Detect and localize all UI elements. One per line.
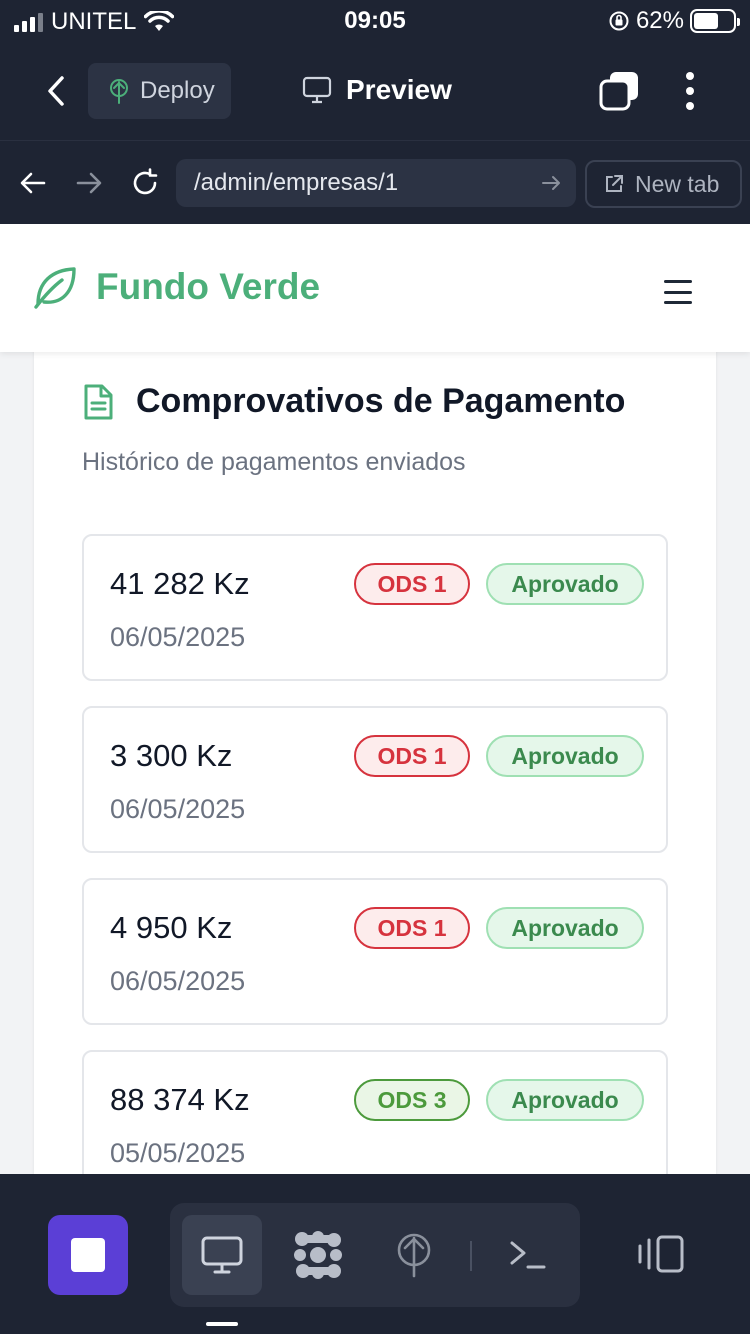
section-title: Comprovativos de Pagamento bbox=[82, 382, 625, 421]
payment-amount: 41 282 Kz bbox=[110, 566, 250, 601]
ods-badge: ODS 1 bbox=[354, 563, 470, 605]
status-badge: Aprovado bbox=[486, 907, 644, 949]
payment-item[interactable]: 88 374 Kz 05/05/2025 ODS 3 Aprovado bbox=[82, 1050, 668, 1174]
browser-nav-bar: /admin/empresas/1 New tab bbox=[0, 140, 750, 224]
section-title-text: Comprovativos de Pagamento bbox=[136, 382, 626, 420]
payment-amount: 4 950 Kz bbox=[110, 910, 233, 945]
new-tab-button[interactable]: New tab bbox=[585, 160, 742, 208]
leaf-icon bbox=[34, 267, 76, 309]
web-page: Fundo Verde Comprovativos de Pagamento H… bbox=[0, 224, 750, 1174]
stop-icon bbox=[71, 1238, 105, 1272]
rotation-lock-icon bbox=[609, 11, 629, 31]
status-badge: Aprovado bbox=[486, 563, 644, 605]
payment-date: 06/05/2025 bbox=[110, 622, 246, 652]
deploy-button[interactable]: Deploy bbox=[88, 63, 231, 119]
deploy-label: Deploy bbox=[140, 77, 215, 104]
battery-icon bbox=[690, 9, 740, 33]
back-chevron-icon[interactable] bbox=[40, 74, 74, 108]
deploy-icon bbox=[110, 79, 128, 104]
monitor-icon bbox=[302, 76, 332, 104]
status-bar: UNITEL 09:05 62% bbox=[0, 0, 750, 44]
payment-date: 05/05/2025 bbox=[110, 1138, 246, 1168]
battery-percent: 62% bbox=[635, 7, 684, 34]
payment-amount: 3 300 Kz bbox=[110, 738, 233, 773]
payment-date: 06/05/2025 bbox=[110, 794, 246, 824]
browser-forward-icon[interactable] bbox=[74, 168, 104, 198]
deploy-tool-button[interactable] bbox=[374, 1215, 454, 1295]
reload-icon[interactable] bbox=[130, 168, 160, 198]
ods-badge: ODS 1 bbox=[354, 907, 470, 949]
bottom-toolbar bbox=[0, 1174, 750, 1334]
url-text: /admin/empresas/1 bbox=[194, 169, 399, 196]
preview-label: Preview bbox=[346, 74, 452, 105]
payment-item[interactable]: 3 300 Kz 06/05/2025 ODS 1 Aprovado bbox=[82, 706, 668, 853]
app-bar: Deploy Preview bbox=[0, 44, 750, 140]
url-input[interactable]: /admin/empresas/1 bbox=[176, 159, 576, 207]
home-indicator bbox=[206, 1322, 238, 1326]
toolbar-divider bbox=[470, 1241, 472, 1271]
tabs-icon[interactable] bbox=[598, 70, 640, 112]
browser-back-icon[interactable] bbox=[18, 168, 48, 198]
terminal-icon bbox=[510, 1241, 546, 1269]
stop-button[interactable] bbox=[48, 1215, 128, 1295]
payment-item[interactable]: 41 282 Kz 06/05/2025 ODS 1 Aprovado bbox=[82, 534, 668, 681]
shell-tool-button[interactable] bbox=[488, 1215, 568, 1295]
status-right: 62% bbox=[608, 7, 740, 35]
external-link-icon bbox=[606, 175, 623, 192]
deploy-icon bbox=[397, 1233, 431, 1278]
status-badge: Aprovado bbox=[486, 735, 644, 777]
preview-tool-button[interactable] bbox=[182, 1215, 262, 1295]
brand-logo[interactable]: Fundo Verde bbox=[32, 264, 320, 310]
new-tab-label: New tab bbox=[635, 170, 720, 197]
more-options-icon[interactable] bbox=[676, 68, 704, 114]
section-subtitle: Histórico de pagamentos enviados bbox=[82, 448, 466, 476]
battery-level bbox=[694, 13, 718, 29]
menu-icon[interactable] bbox=[664, 278, 692, 306]
panel-toggle-icon[interactable] bbox=[636, 1234, 686, 1274]
ods-badge: ODS 1 bbox=[354, 735, 470, 777]
payment-date: 06/05/2025 bbox=[110, 966, 246, 996]
site-header: Fundo Verde bbox=[0, 224, 750, 352]
workflows-tool-button[interactable] bbox=[278, 1215, 358, 1295]
status-badge: Aprovado bbox=[486, 1079, 644, 1121]
brand-name: Fundo Verde bbox=[96, 266, 321, 307]
document-icon bbox=[84, 384, 113, 419]
puzzle-icon bbox=[294, 1231, 342, 1279]
monitor-icon bbox=[201, 1236, 243, 1274]
payment-item[interactable]: 4 950 Kz 06/05/2025 ODS 1 Aprovado bbox=[82, 878, 668, 1025]
payments-card: Comprovativos de Pagamento Histórico de … bbox=[34, 344, 716, 1174]
payment-amount: 88 374 Kz bbox=[110, 1082, 250, 1117]
go-arrow-icon[interactable] bbox=[540, 172, 562, 194]
preview-title: Preview bbox=[302, 74, 452, 106]
tool-group bbox=[170, 1203, 580, 1307]
ods-badge: ODS 3 bbox=[354, 1079, 470, 1121]
